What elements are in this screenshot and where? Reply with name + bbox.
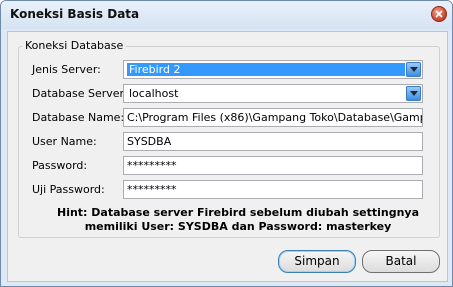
database-server-label: Database Server: — [32, 87, 128, 100]
groupbox-legend: Koneksi Database — [22, 39, 127, 52]
title-bar[interactable]: Koneksi Basis Data — [1, 1, 452, 29]
dialog-body: Koneksi Database Jenis Server: Firebird … — [7, 31, 448, 282]
uji-password-label: Uji Password: — [32, 183, 105, 196]
hint-line-1: Hint: Database server Firebird sebelum d… — [56, 206, 420, 219]
jenis-server-label: Jenis Server: — [32, 63, 101, 76]
database-server-value: localhost — [129, 87, 179, 100]
uji-password-input[interactable]: ********* — [123, 180, 423, 199]
password-input[interactable]: ********* — [123, 156, 423, 175]
jenis-server-select[interactable]: Firebird 2 — [123, 60, 423, 79]
save-button[interactable]: Simpan — [278, 250, 356, 273]
close-icon — [435, 10, 443, 18]
window-title: Koneksi Basis Data — [10, 7, 140, 21]
chevron-down-icon — [410, 67, 418, 72]
database-name-label: Database Name: — [32, 111, 125, 124]
jenis-server-value: Firebird 2 — [127, 63, 405, 76]
dialog-window: Koneksi Basis Data Koneksi Database Jeni… — [0, 0, 453, 287]
password-label: Password: — [32, 159, 88, 172]
hint-text: Hint: Database server Firebird sebelum d… — [48, 206, 428, 234]
chevron-down-icon — [410, 91, 418, 96]
database-server-combo[interactable]: localhost — [123, 84, 423, 103]
database-server-dropdown-button[interactable] — [406, 86, 421, 101]
user-name-input[interactable]: SYSDBA — [123, 132, 423, 151]
jenis-server-dropdown-button[interactable] — [406, 62, 421, 77]
cancel-button[interactable]: Batal — [362, 250, 440, 273]
close-button[interactable] — [431, 6, 447, 22]
database-name-input[interactable]: C:\Program Files (x86)\Gampang Toko\Data… — [123, 108, 423, 127]
hint-line-2: memiliki User: SYSDBA dan Password: mast… — [84, 220, 392, 233]
user-name-label: User Name: — [32, 135, 97, 148]
